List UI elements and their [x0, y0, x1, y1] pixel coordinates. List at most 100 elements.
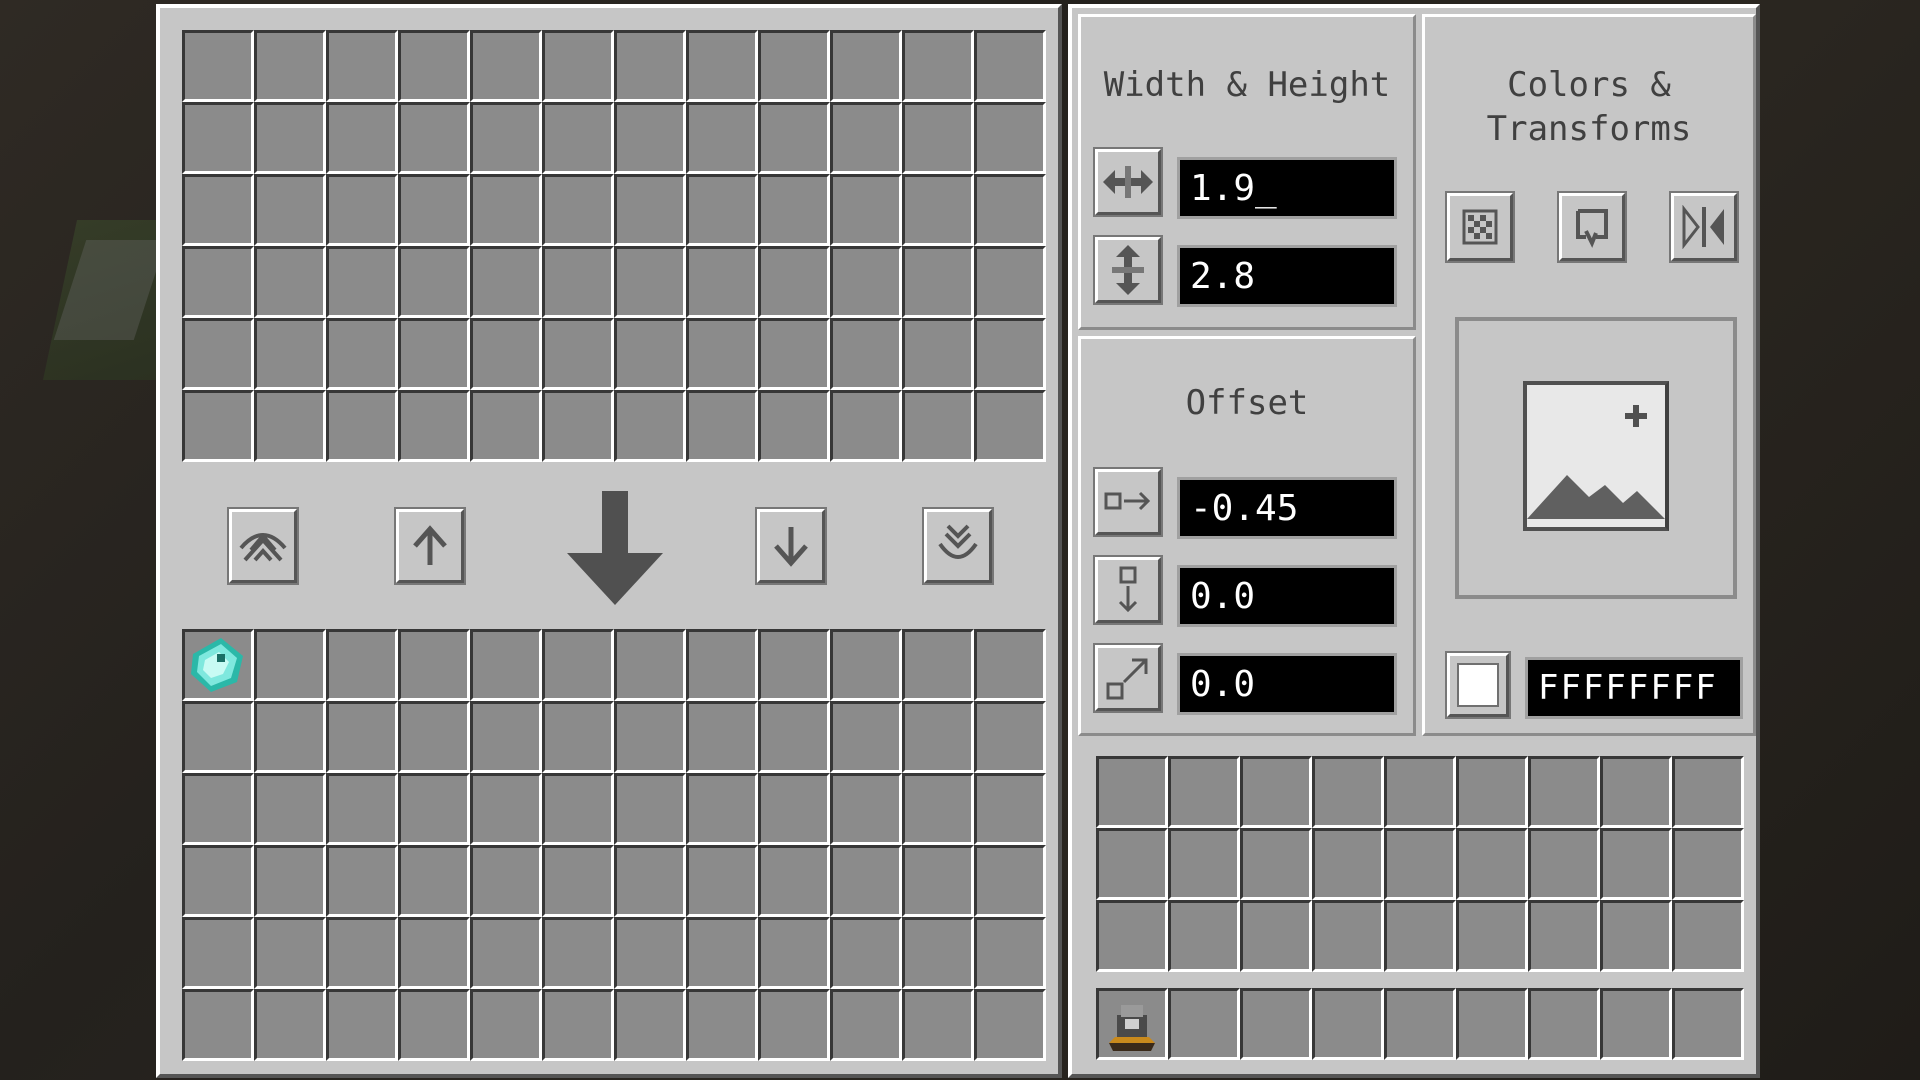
inventory-slot[interactable] — [1528, 756, 1600, 828]
inventory-slot[interactable] — [1528, 988, 1600, 1060]
inventory-slot[interactable] — [542, 989, 614, 1061]
inventory-slot[interactable] — [254, 30, 326, 102]
inventory-slot[interactable] — [974, 30, 1046, 102]
inventory-slot[interactable] — [398, 318, 470, 390]
inventory-slot[interactable] — [974, 246, 1046, 318]
inventory-slot[interactable] — [1096, 900, 1168, 972]
inventory-slot[interactable] — [470, 30, 542, 102]
inventory-slot[interactable] — [542, 174, 614, 246]
inventory-slot[interactable] — [1312, 988, 1384, 1060]
inventory-slot[interactable] — [326, 917, 398, 989]
offset-z-button[interactable] — [1093, 643, 1163, 713]
inventory-slot[interactable] — [398, 30, 470, 102]
inventory-slot[interactable] — [254, 845, 326, 917]
inventory-slot[interactable] — [1600, 900, 1672, 972]
inventory-slot[interactable] — [1312, 756, 1384, 828]
inventory-slot[interactable] — [542, 246, 614, 318]
inventory-slot[interactable] — [542, 390, 614, 462]
inventory-slot[interactable] — [542, 30, 614, 102]
rotate-button[interactable] — [1557, 191, 1627, 263]
inventory-slot[interactable] — [902, 30, 974, 102]
inventory-slot[interactable] — [614, 917, 686, 989]
inventory-slot[interactable] — [326, 30, 398, 102]
inventory-slot[interactable] — [686, 390, 758, 462]
inventory-slot[interactable] — [182, 629, 254, 701]
inventory-slot[interactable] — [686, 102, 758, 174]
inventory-slot[interactable] — [326, 390, 398, 462]
inventory-slot[interactable] — [1528, 900, 1600, 972]
inventory-slot[interactable] — [614, 989, 686, 1061]
offset-y-input[interactable]: 0.0 — [1177, 565, 1397, 627]
inventory-slot[interactable] — [1456, 756, 1528, 828]
inventory-slot[interactable] — [254, 246, 326, 318]
width-button[interactable] — [1093, 147, 1163, 217]
inventory-slot[interactable] — [902, 390, 974, 462]
inventory-slot[interactable] — [1672, 988, 1744, 1060]
move-down-button[interactable] — [755, 507, 827, 585]
inventory-slot[interactable] — [470, 845, 542, 917]
inventory-slot[interactable] — [830, 246, 902, 318]
inventory-slot[interactable] — [542, 629, 614, 701]
inventory-slot[interactable] — [902, 989, 974, 1061]
inventory-slot[interactable] — [686, 989, 758, 1061]
width-input[interactable]: 1.9_ — [1177, 157, 1397, 219]
inventory-slot[interactable] — [1168, 900, 1240, 972]
inventory-slot[interactable] — [830, 390, 902, 462]
inventory-slot[interactable] — [254, 174, 326, 246]
inventory-slot[interactable] — [542, 917, 614, 989]
inventory-slot[interactable] — [830, 174, 902, 246]
inventory-slot[interactable] — [1600, 988, 1672, 1060]
inventory-slot[interactable] — [254, 989, 326, 1061]
inventory-slot[interactable] — [1240, 756, 1312, 828]
inventory-slot[interactable] — [902, 917, 974, 989]
inventory-slot[interactable] — [614, 773, 686, 845]
inventory-slot[interactable] — [758, 30, 830, 102]
inventory-slot[interactable] — [758, 845, 830, 917]
mirror-button[interactable] — [1669, 191, 1739, 263]
inventory-slot[interactable] — [1384, 828, 1456, 900]
inventory-slot[interactable] — [830, 629, 902, 701]
inventory-slot[interactable] — [398, 701, 470, 773]
inventory-slot[interactable] — [758, 246, 830, 318]
inventory-slot[interactable] — [254, 701, 326, 773]
inventory-slot[interactable] — [686, 629, 758, 701]
inventory-slot[interactable] — [974, 773, 1046, 845]
inventory-slot[interactable] — [182, 318, 254, 390]
inventory-slot[interactable] — [1456, 900, 1528, 972]
inventory-slot[interactable] — [398, 174, 470, 246]
inventory-slot[interactable] — [830, 102, 902, 174]
inventory-slot[interactable] — [902, 318, 974, 390]
inventory-slot[interactable] — [470, 773, 542, 845]
inventory-slot[interactable] — [1672, 756, 1744, 828]
inventory-slot[interactable] — [1168, 828, 1240, 900]
inventory-slot[interactable] — [974, 390, 1046, 462]
inventory-slot[interactable] — [398, 917, 470, 989]
inventory-slot[interactable] — [614, 30, 686, 102]
inventory-slot[interactable] — [1384, 756, 1456, 828]
inventory-slot[interactable] — [902, 701, 974, 773]
inventory-slot[interactable] — [974, 989, 1046, 1061]
offset-y-button[interactable] — [1093, 555, 1163, 625]
inventory-slot[interactable] — [1240, 828, 1312, 900]
inventory-slot[interactable] — [614, 629, 686, 701]
inventory-slot[interactable] — [254, 917, 326, 989]
inventory-slot[interactable] — [830, 773, 902, 845]
inventory-slot[interactable] — [326, 246, 398, 318]
inventory-slot[interactable] — [398, 390, 470, 462]
inventory-slot[interactable] — [974, 845, 1046, 917]
inventory-slot[interactable] — [686, 318, 758, 390]
inventory-slot[interactable] — [182, 390, 254, 462]
inventory-slot[interactable] — [1240, 988, 1312, 1060]
inventory-slot[interactable] — [398, 246, 470, 318]
inventory-slot[interactable] — [470, 174, 542, 246]
inventory-slot[interactable] — [614, 701, 686, 773]
inventory-slot[interactable] — [830, 30, 902, 102]
inventory-slot[interactable] — [470, 917, 542, 989]
inventory-slot[interactable] — [614, 318, 686, 390]
inventory-slot[interactable] — [470, 989, 542, 1061]
move-all-up-button[interactable] — [227, 507, 299, 585]
inventory-slot[interactable] — [686, 773, 758, 845]
inventory-slot[interactable] — [902, 629, 974, 701]
inventory-slot[interactable] — [830, 318, 902, 390]
height-input[interactable]: 2.8 — [1177, 245, 1397, 307]
